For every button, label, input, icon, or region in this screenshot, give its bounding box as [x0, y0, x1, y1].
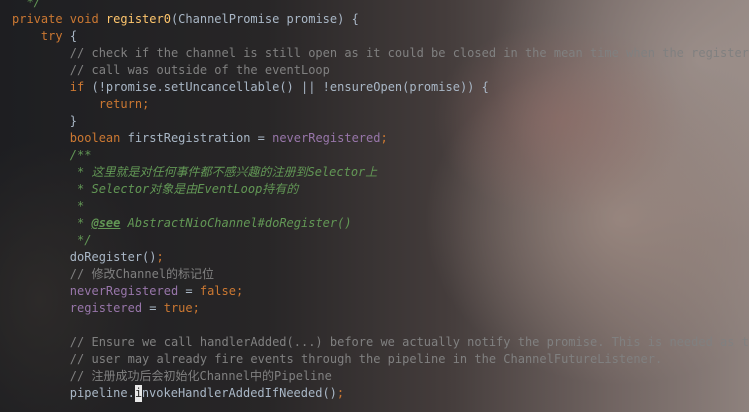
code-token: boolean	[69, 131, 128, 145]
code-token: (!promise.setUncancellable() || !ensureO…	[91, 80, 489, 94]
code-token: neverRegistered	[272, 131, 381, 145]
code-token: nvokeHandlerAddedIfNeeded()	[141, 386, 337, 400]
code-token: // check if the channel is still open as…	[69, 46, 749, 60]
code-token: *	[77, 199, 85, 213]
code-token: try	[40, 29, 70, 43]
code-token: */	[77, 233, 92, 247]
code-token: firstRegistration =	[127, 131, 273, 145]
code-token: // 注册成功后会初始化Channel中的Pipeline	[69, 369, 332, 383]
code-line[interactable]: if (!promise.setUncancellable() || !ensu…	[12, 79, 489, 96]
code-token: registered	[69, 301, 143, 315]
code-line[interactable]: // 修改Channel的标记位	[12, 266, 214, 283]
code-line[interactable]: boolean firstRegistration = neverRegiste…	[12, 130, 388, 147]
code-token: void	[69, 12, 106, 26]
code-token: ;	[192, 301, 200, 315]
code-line[interactable]: pipeline.invokeHandlerAddedIfNeeded();	[12, 385, 344, 402]
code-token: false	[199, 284, 236, 298]
code-line[interactable]: private void register0(ChannelPromise pr…	[12, 11, 359, 28]
code-line[interactable]: // check if the channel is still open as…	[12, 45, 749, 62]
code-token: // user may already fire events through …	[69, 352, 663, 366]
code-line[interactable]: */	[12, 0, 41, 11]
code-line[interactable]: registered = true;	[12, 300, 200, 317]
code-token: if	[69, 80, 92, 94]
code-token: // 修改Channel的标记位	[69, 267, 215, 281]
code-line[interactable]: */	[12, 232, 91, 249]
code-token: ;	[235, 284, 244, 298]
code-editor[interactable]: */ private void register0(ChannelPromise …	[0, 0, 749, 412]
code-line[interactable]: /**	[12, 147, 92, 164]
code-line[interactable]: // user may already fire events through …	[12, 351, 662, 368]
code-token: */	[26, 0, 41, 9]
code-token: register0	[105, 12, 171, 26]
code-token: *	[77, 216, 92, 230]
code-token: (ChannelPromise promise) {	[170, 12, 359, 26]
code-token: {	[69, 29, 78, 43]
code-token: true	[163, 301, 193, 315]
code-line[interactable]: neverRegistered = false;	[12, 283, 243, 300]
code-line[interactable]: *	[12, 198, 84, 215]
code-line[interactable]: * Selector对象是由EventLoop持有的	[12, 181, 298, 198]
code-token: // call was outside of the eventLoop	[69, 63, 330, 77]
code-token: return	[98, 97, 143, 111]
code-line[interactable]: // call was outside of the eventLoop	[12, 62, 330, 79]
code-token: ;	[142, 97, 150, 111]
code-token: ;	[156, 250, 164, 264]
code-line[interactable]: // 注册成功后会初始化Channel中的Pipeline	[12, 368, 332, 385]
code-token: doRegister()	[69, 250, 157, 264]
code-token: neverRegistered	[69, 284, 179, 298]
code-token: private	[12, 12, 70, 26]
code-token: * Selector对象是由EventLoop持有的	[77, 182, 299, 196]
code-line[interactable]: doRegister();	[12, 249, 164, 266]
code-line[interactable]: // Ensure we call handlerAdded(...) befo…	[12, 334, 749, 351]
code-line[interactable]: * @see AbstractNioChannel#doRegister()	[12, 215, 352, 232]
text-cursor: i	[134, 385, 143, 402]
code-token: AbstractNioChannel#doRegister()	[120, 216, 352, 230]
code-token: * 这里就是对任何事件都不感兴趣的注册到Selector上	[77, 165, 378, 179]
code-line[interactable]: * 这里就是对任何事件都不感兴趣的注册到Selector上	[12, 164, 377, 181]
code-token: =	[178, 284, 200, 298]
code-token: // Ensure we call handlerAdded(...) befo…	[69, 335, 749, 349]
code-token: /**	[69, 148, 92, 162]
code-token: =	[142, 301, 164, 315]
code-line[interactable]: }	[12, 113, 77, 130]
code-token: @see	[91, 216, 121, 230]
code-token: ;	[380, 131, 388, 145]
code-line[interactable]: try {	[12, 28, 77, 45]
code-token: }	[69, 114, 78, 128]
code-line[interactable]: return;	[12, 96, 150, 113]
code-token: ;	[336, 386, 345, 400]
code-token: pipeline.	[69, 386, 135, 400]
